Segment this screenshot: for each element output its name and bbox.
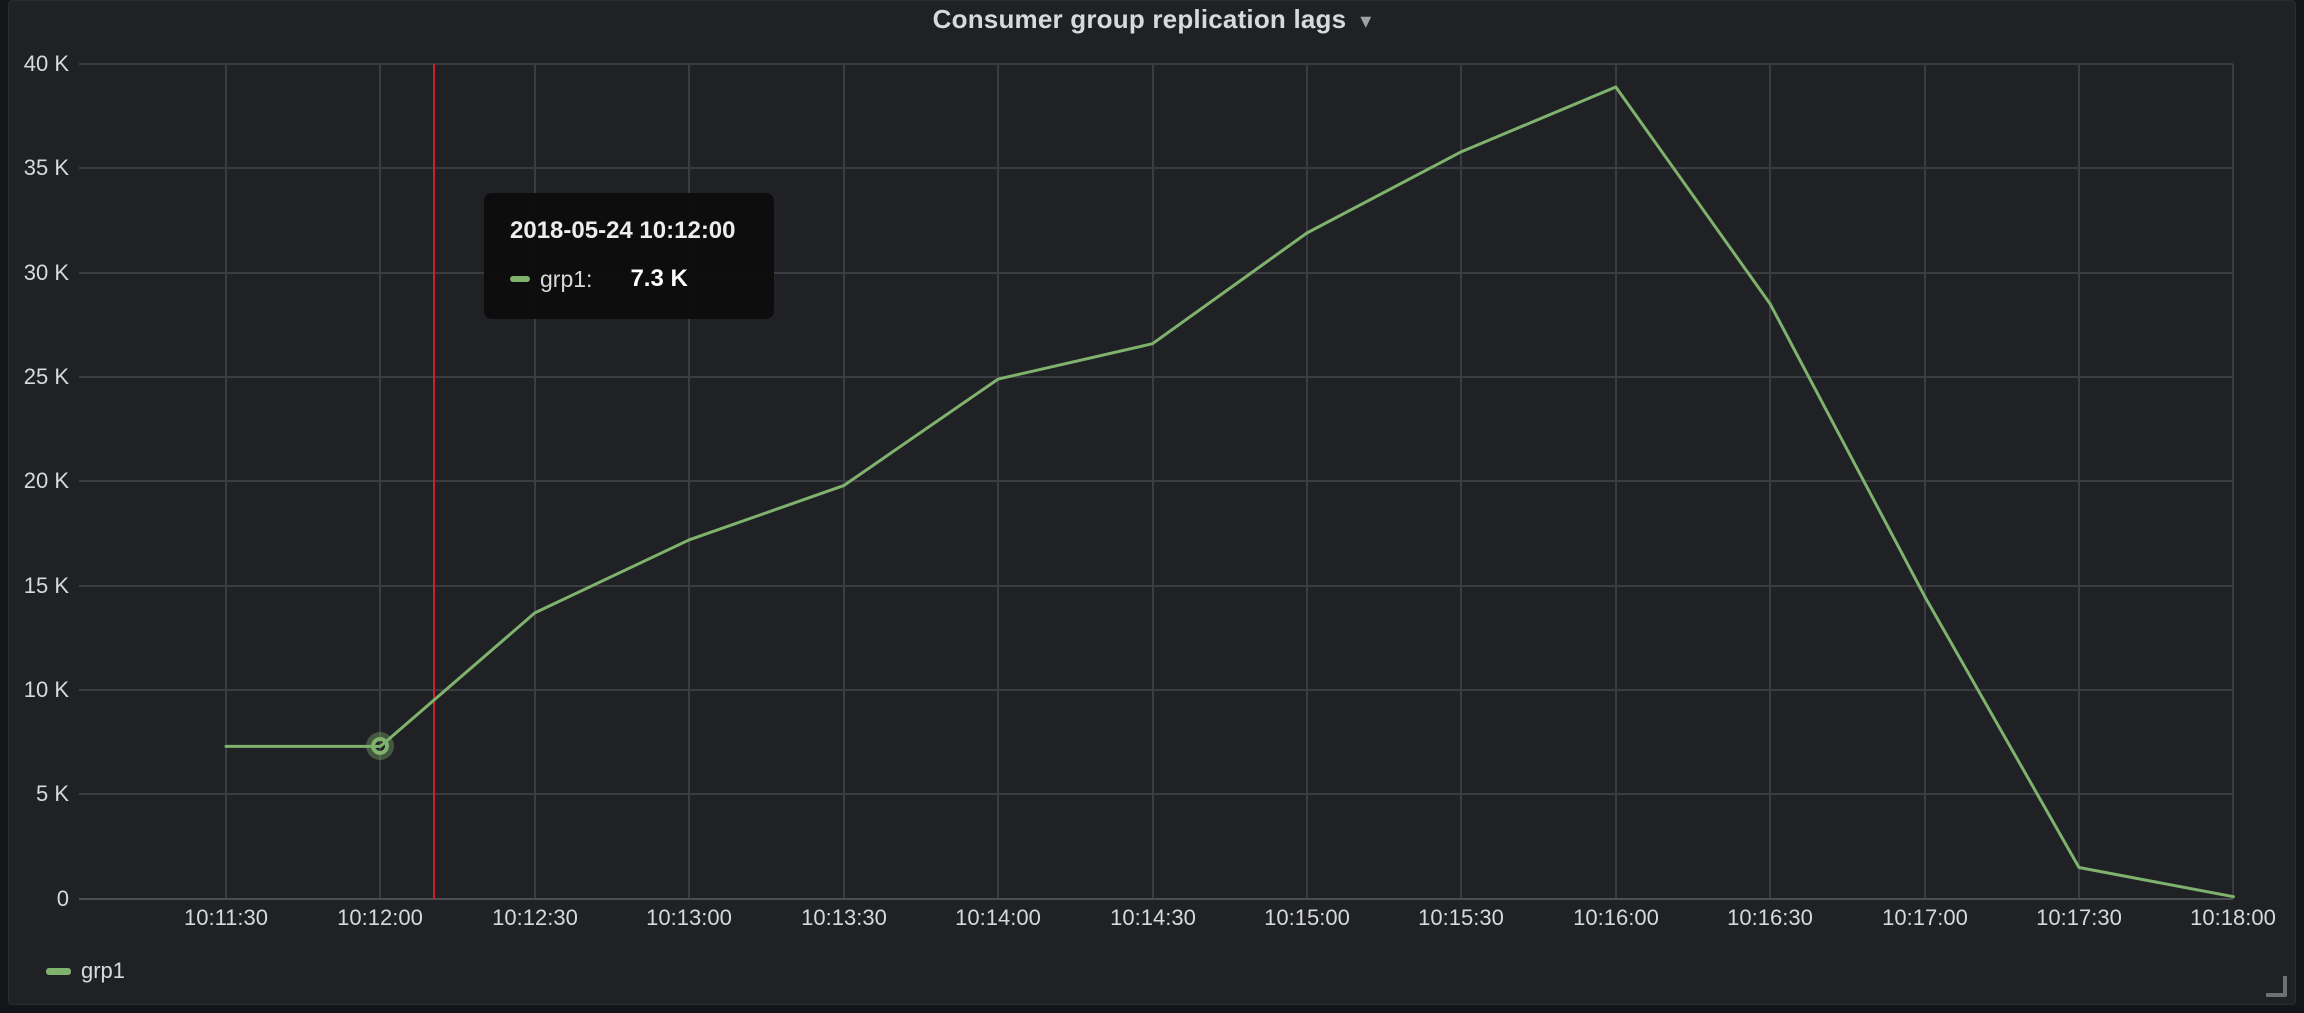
x-axis-tick-label: 10:11:30 bbox=[166, 904, 286, 932]
y-gridline bbox=[79, 376, 2233, 378]
x-axis-tick-label: 10:14:00 bbox=[938, 904, 1058, 932]
x-axis-tick-label: 10:13:00 bbox=[629, 904, 749, 932]
panel-title-bar[interactable]: Consumer group replication lags ▾ bbox=[9, 1, 2295, 37]
x-axis-tick-label: 10:17:30 bbox=[2019, 904, 2139, 932]
tooltip-series-row: grp1: 7.3 K bbox=[510, 265, 748, 293]
graph-tooltip: 2018-05-24 10:12:00 grp1: 7.3 K bbox=[484, 193, 774, 319]
x-axis-tick-label: 10:18:00 bbox=[2173, 904, 2293, 932]
y-gridline bbox=[79, 272, 2233, 274]
x-axis-tick-label: 10:13:30 bbox=[784, 904, 904, 932]
x-axis-tick-label: 10:12:00 bbox=[320, 904, 440, 932]
tooltip-timestamp: 2018-05-24 10:12:00 bbox=[510, 217, 748, 245]
x-axis-tick-label: 10:17:00 bbox=[1865, 904, 1985, 932]
legend-item-grp1[interactable]: grp1 bbox=[46, 958, 125, 984]
y-gridline bbox=[79, 585, 2233, 587]
highlighted-point-marker bbox=[371, 737, 389, 755]
y-gridline bbox=[79, 480, 2233, 482]
chevron-down-icon[interactable]: ▾ bbox=[1360, 10, 1371, 32]
graph-panel: Consumer group replication lags ▾ 10:11:… bbox=[8, 0, 2296, 1005]
y-axis-tick-label: 10 K bbox=[9, 677, 69, 703]
series-color-dash-icon bbox=[510, 276, 530, 282]
y-gridline bbox=[79, 898, 2233, 900]
y-gridline bbox=[79, 167, 2233, 169]
x-axis-tick-label: 10:16:00 bbox=[1556, 904, 1676, 932]
x-axis-tick-label: 10:16:30 bbox=[1710, 904, 1830, 932]
y-axis-tick-label: 35 K bbox=[9, 155, 69, 181]
y-gridline bbox=[79, 793, 2233, 795]
y-gridline bbox=[79, 689, 2233, 691]
y-axis-tick-label: 30 K bbox=[9, 260, 69, 286]
chart-plot-area[interactable]: 10:11:30 10:12:00 10:12:30 10:13:00 10:13:30… bbox=[9, 1, 2296, 1005]
tooltip-series-label: grp1: bbox=[540, 266, 592, 293]
y-axis-tick-label: 20 K bbox=[9, 468, 69, 494]
y-axis-tick-label: 25 K bbox=[9, 364, 69, 390]
legend-series-label[interactable]: grp1 bbox=[81, 958, 125, 984]
x-axis-tick-label: 10:12:30 bbox=[475, 904, 595, 932]
y-axis-tick-label: 5 K bbox=[9, 781, 69, 807]
tooltip-series-value: 7.3 K bbox=[630, 265, 687, 293]
y-axis-tick-label: 40 K bbox=[9, 51, 69, 77]
legend-color-dash-icon bbox=[46, 968, 71, 975]
crosshair-line bbox=[433, 64, 435, 899]
y-gridline bbox=[79, 63, 2233, 65]
y-axis-tick-label: 15 K bbox=[9, 573, 69, 599]
y-axis-tick-label: 0 bbox=[9, 886, 69, 912]
x-axis-tick-label: 10:14:30 bbox=[1093, 904, 1213, 932]
x-axis-tick-label: 10:15:00 bbox=[1247, 904, 1367, 932]
panel-title[interactable]: Consumer group replication lags bbox=[933, 4, 1347, 35]
panel-resize-handle[interactable] bbox=[2266, 976, 2287, 997]
x-axis-tick-label: 10:15:30 bbox=[1401, 904, 1521, 932]
